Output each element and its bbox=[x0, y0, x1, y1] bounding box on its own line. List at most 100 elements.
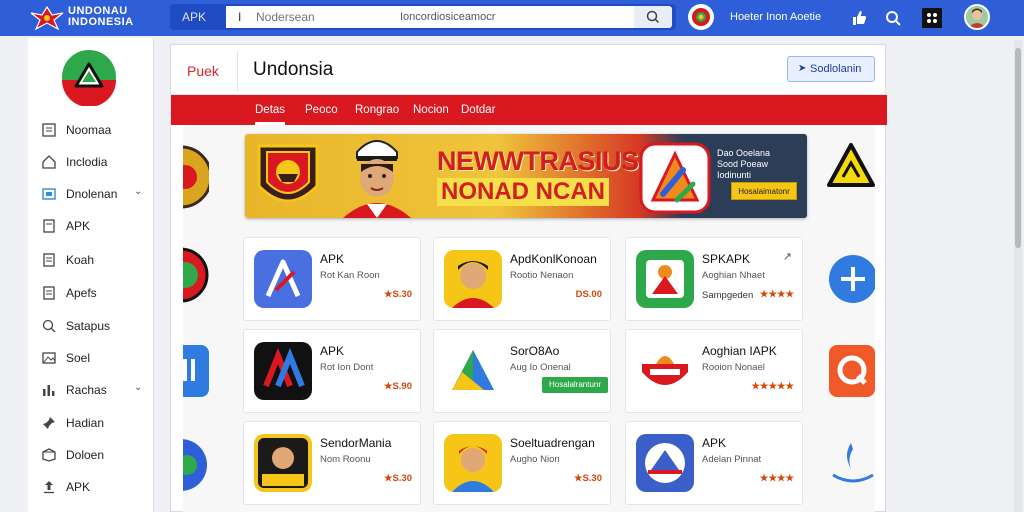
sidebar-item-rachas[interactable]: Rachas ⌄ bbox=[28, 376, 154, 404]
sidebar-item-label: Satapus bbox=[66, 319, 111, 333]
upload-icon bbox=[44, 481, 54, 494]
sidebar-item-label: Inclodia bbox=[66, 155, 108, 169]
app-icon bbox=[444, 342, 502, 400]
sidebar-item-label: Dnolenan bbox=[66, 187, 118, 201]
partial-app-icon[interactable] bbox=[827, 435, 875, 493]
app-card-soeltuadrengan[interactable]: Soeltuadrengan Augho Nion ★S.30 bbox=[433, 421, 611, 505]
app-grid-icon[interactable] bbox=[922, 8, 942, 28]
sidebar-item-label: Apefs bbox=[66, 286, 97, 300]
app-logo-icon bbox=[62, 50, 116, 106]
chevron-down-icon: ⌄ bbox=[134, 186, 143, 197]
app-rating: ★S.30 bbox=[573, 473, 602, 484]
sidebar-item-satapus[interactable]: Satapus bbox=[28, 312, 154, 340]
user-avatar[interactable] bbox=[964, 4, 990, 30]
app-card-apk-3[interactable]: APK Adelan Pinnat ★★★★ bbox=[625, 421, 803, 505]
sidebar-item-noomaa[interactable]: Noomaa bbox=[28, 116, 154, 144]
app-card-apk[interactable]: APK Rot Kan Roon ★S.30 bbox=[243, 237, 421, 321]
garuda-emblem-icon bbox=[257, 144, 319, 203]
app-name: APK bbox=[702, 436, 727, 450]
partial-app-icon[interactable] bbox=[183, 145, 209, 209]
page-scrollbar[interactable] bbox=[1014, 40, 1022, 512]
banner-cta-button[interactable]: Hosalaimatonr bbox=[731, 182, 797, 200]
app-name: SPKAPK bbox=[702, 252, 751, 266]
app-name: APK bbox=[320, 252, 345, 266]
app-icon bbox=[636, 434, 694, 492]
partial-app-icon[interactable] bbox=[827, 141, 875, 207]
app-card-apk-2[interactable]: APK Rot Ion Dont ★S.90 bbox=[243, 329, 421, 413]
sidebar-item-hadian[interactable]: Hadian bbox=[28, 409, 154, 437]
user-avatar-icon bbox=[966, 6, 988, 28]
top-account-link[interactable]: Hoeter Inon Aoetie bbox=[730, 11, 821, 23]
app-card-soro8ao[interactable]: SorO8Ao Aug Io Onenal Hosalalrantunr bbox=[433, 329, 611, 413]
app-name: Aoghian IAPK bbox=[702, 344, 777, 358]
search-icon[interactable] bbox=[884, 9, 902, 27]
promo-banner[interactable]: NEWWTRASIUS NONAD NCAN Dao Ooelana Sood … bbox=[245, 134, 807, 218]
app-name: ApdKonlKonoan bbox=[510, 252, 597, 266]
arrow-right-icon: ➤ bbox=[798, 63, 807, 74]
image-icon bbox=[42, 352, 56, 364]
sidebar-item-label: APK bbox=[66, 219, 91, 233]
list-icon bbox=[42, 123, 56, 137]
sidebar-item-dnolenan[interactable]: Dnolenan ⌄ bbox=[28, 180, 154, 208]
sidebar-item-inclodia[interactable]: Inclodia bbox=[28, 148, 154, 176]
app-subtitle: Rot Kan Roon bbox=[320, 270, 380, 281]
partial-app-icon[interactable] bbox=[827, 343, 875, 399]
tab-nocion[interactable]: Nocion bbox=[413, 95, 449, 125]
sidebar-item-soel[interactable]: Soel bbox=[28, 344, 154, 372]
category-icon bbox=[42, 188, 56, 200]
brand-logo-link[interactable]: UNDONAU INDONESIA bbox=[30, 2, 140, 34]
partial-app-icon[interactable] bbox=[183, 247, 211, 303]
app-card-spkapk[interactable]: SPKAPK ↗ Aoghian Nhaet Sampgeden ★★★★ bbox=[625, 237, 803, 321]
app-card-aoghian-iapk[interactable]: Aoghian IAPK Rooion Nonael ★★★★★ bbox=[625, 329, 803, 413]
app-icon bbox=[636, 342, 694, 400]
search-icon bbox=[42, 319, 56, 333]
top-navigation-bar: UNDONAU INDONESIA APK I Ioncordiosiceamo… bbox=[0, 0, 1024, 36]
section-tag: Puek bbox=[187, 63, 219, 79]
page-title: Undonsia bbox=[253, 59, 334, 80]
tab-peoco[interactable]: Peoco bbox=[305, 95, 338, 125]
doc-icon bbox=[43, 253, 55, 267]
search-scope-select[interactable]: APK bbox=[170, 4, 224, 30]
app-rating: ★★★★★ bbox=[751, 381, 794, 392]
sidebar-item-apk-upload[interactable]: APK bbox=[28, 473, 154, 501]
install-button[interactable]: Hosalalrantunr bbox=[542, 377, 608, 393]
sidebar-item-koah[interactable]: Koah bbox=[28, 246, 154, 274]
partial-app-icon[interactable] bbox=[827, 253, 875, 307]
app-subtitle: Rooion Nonael bbox=[702, 362, 765, 373]
tab-rongrao[interactable]: Rongrao bbox=[355, 95, 399, 125]
app-rating: ★S.90 bbox=[383, 381, 412, 392]
text-cursor-icon: I bbox=[238, 10, 242, 24]
app-card-apdkonlkonoan[interactable]: ApdKonlKonoan Rootio Nenaon DS.00 bbox=[433, 237, 611, 321]
banner-title: NEWWTRASIUS bbox=[437, 146, 639, 176]
sidebar-item-label: Doloen bbox=[66, 448, 105, 462]
app-icon bbox=[444, 250, 502, 308]
sidebar-item-label: Noomaa bbox=[66, 123, 112, 137]
search-icon bbox=[646, 10, 660, 24]
header-action-button[interactable]: ➤ Sodlolanin bbox=[787, 56, 875, 82]
sidebar-item-apk[interactable]: APK bbox=[28, 212, 154, 240]
emblem-icon[interactable] bbox=[688, 4, 714, 30]
external-link-icon[interactable]: ↗ bbox=[783, 250, 792, 263]
search-button[interactable] bbox=[634, 6, 672, 28]
main-header: Puek Undonsia ➤ Sodlolanin bbox=[171, 45, 885, 95]
app-subtitle: Rot Ion Dont bbox=[320, 362, 374, 373]
doc-icon bbox=[43, 286, 55, 300]
app-subtitle: Aug Io Onenal bbox=[510, 362, 571, 373]
app-icon bbox=[254, 342, 312, 400]
brand-name: UNDONAU INDONESIA bbox=[68, 5, 134, 28]
app-developer: Sampgeden bbox=[702, 290, 754, 301]
sidebar-item-label: Soel bbox=[66, 351, 91, 365]
sidebar-item-doloen[interactable]: Doloen bbox=[28, 441, 154, 469]
tab-dotdar[interactable]: Dotdar bbox=[461, 95, 496, 125]
sidebar-item-apefs[interactable]: Apefs bbox=[28, 279, 154, 307]
doc-icon bbox=[43, 219, 55, 233]
partial-app-icon[interactable] bbox=[183, 343, 211, 399]
app-card-sendormania[interactable]: SendorMania Nom Roonu ★S.30 bbox=[243, 421, 421, 505]
tab-detas[interactable]: Detas bbox=[255, 95, 286, 125]
app-icon bbox=[636, 250, 694, 308]
chart-icon bbox=[43, 385, 55, 396]
scrollbar-thumb[interactable] bbox=[1015, 48, 1021, 248]
partial-app-icon[interactable] bbox=[183, 437, 211, 493]
thumbs-up-icon[interactable] bbox=[850, 9, 868, 27]
app-icon bbox=[254, 434, 312, 492]
